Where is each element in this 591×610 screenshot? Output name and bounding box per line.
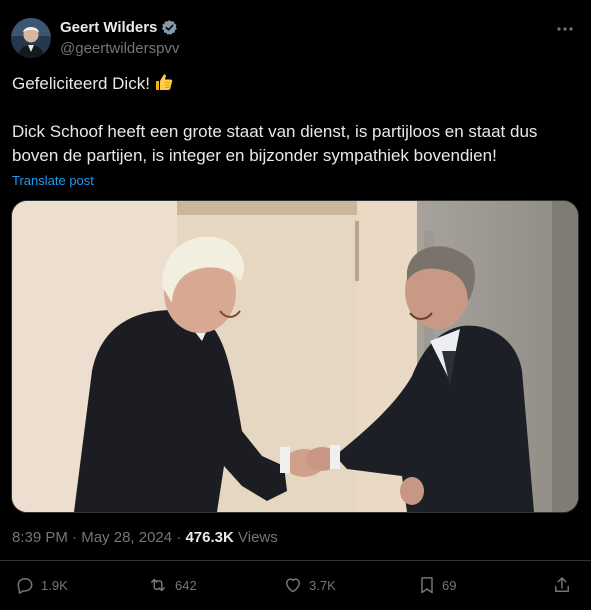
author-name[interactable]: Geert Wilders xyxy=(60,19,157,36)
meta-separator: · xyxy=(176,529,182,546)
verified-badge-icon xyxy=(161,19,178,36)
post-time[interactable]: 8:39 PM xyxy=(12,529,68,546)
bookmark-count: 69 xyxy=(442,577,457,593)
action-bar: 1.9K 642 3.7K 69 xyxy=(0,572,591,602)
post-meta: 8:39 PM · May 28, 2024 · 476.3K Views xyxy=(12,529,278,546)
like-icon xyxy=(283,575,303,595)
post-media-image[interactable] xyxy=(11,200,579,513)
reply-button[interactable]: 1.9K xyxy=(15,575,68,595)
post-text-line-1: Gefeliciteerd Dick! xyxy=(12,72,577,99)
like-button[interactable]: 3.7K xyxy=(283,575,336,595)
post-greeting: Gefeliciteerd Dick! xyxy=(12,74,150,93)
meta-separator: · xyxy=(72,529,78,546)
views-label: Views xyxy=(238,529,278,546)
repost-button[interactable]: 642 xyxy=(147,575,197,595)
bookmark-icon xyxy=(418,575,436,595)
author-handle[interactable]: @geertwilderspvv xyxy=(60,40,179,57)
bookmark-button[interactable]: 69 xyxy=(418,575,456,595)
reply-count: 1.9K xyxy=(41,577,68,593)
thumbs-up-emoji xyxy=(154,72,174,99)
translate-post-link[interactable]: Translate post xyxy=(12,173,94,188)
avatar[interactable] xyxy=(11,18,51,58)
divider xyxy=(0,560,591,561)
post: Geert Wilders @geertwilderspvv Gefelicit… xyxy=(0,0,591,610)
share-button[interactable] xyxy=(552,575,572,595)
post-date[interactable]: May 28, 2024 xyxy=(81,529,172,546)
more-icon[interactable] xyxy=(553,17,577,41)
post-body: Dick Schoof heeft een grote staat van di… xyxy=(12,122,538,165)
reply-icon xyxy=(15,575,35,595)
like-count: 3.7K xyxy=(309,577,336,593)
repost-count: 642 xyxy=(175,577,197,593)
share-icon xyxy=(552,575,572,595)
views-count: 476.3K xyxy=(185,529,234,546)
repost-icon xyxy=(147,575,169,595)
